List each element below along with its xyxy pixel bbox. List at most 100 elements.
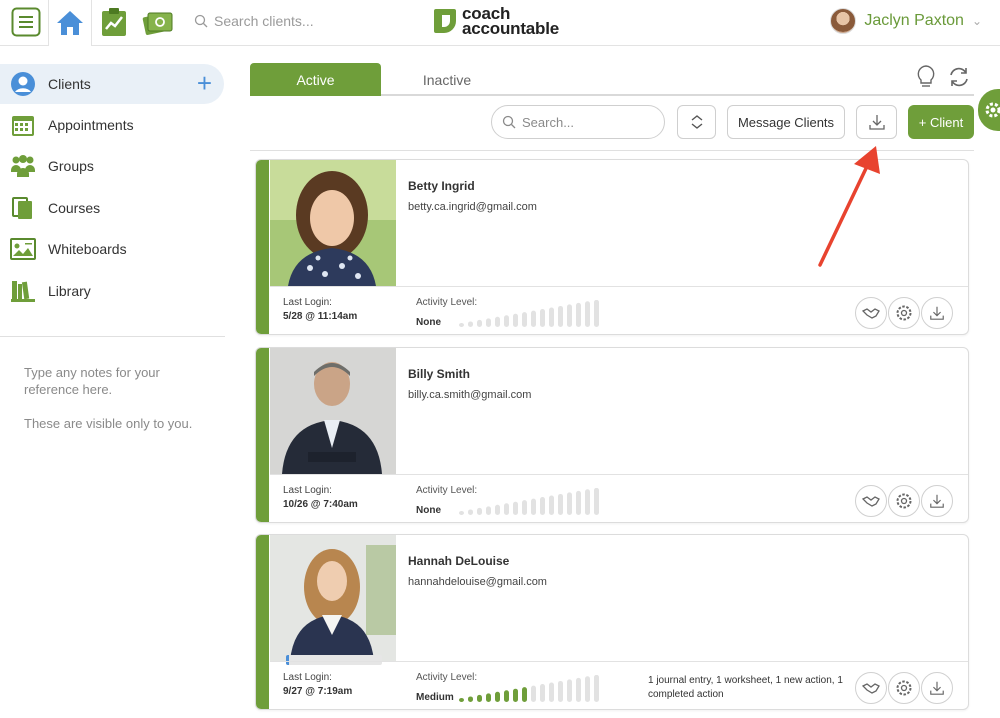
whiteboard-icon bbox=[10, 236, 36, 262]
download-client-button[interactable] bbox=[921, 485, 953, 517]
activity-bar bbox=[549, 682, 554, 702]
refresh-icon[interactable] bbox=[947, 65, 971, 92]
activity-bar bbox=[486, 318, 491, 327]
chevron-down-icon: ⌄ bbox=[971, 14, 982, 28]
billing-button[interactable] bbox=[136, 0, 180, 44]
client-photo bbox=[270, 160, 396, 286]
activity-value: None bbox=[416, 317, 441, 328]
activity-bar bbox=[495, 504, 500, 515]
activity-bar bbox=[594, 675, 599, 702]
download-button[interactable] bbox=[856, 105, 897, 139]
client-card[interactable]: Billy Smith billy.ca.smith@gmail.com Las… bbox=[255, 347, 969, 523]
activity-bar bbox=[576, 490, 581, 515]
search-icon bbox=[502, 115, 516, 129]
courses-icon bbox=[10, 195, 36, 221]
client-name[interactable]: Betty Ingrid bbox=[408, 179, 475, 193]
client-email: hannahdelouise@gmail.com bbox=[408, 576, 547, 588]
activity-bar bbox=[459, 698, 464, 702]
activity-bar bbox=[576, 302, 581, 327]
search-input[interactable] bbox=[522, 114, 652, 130]
activity-bar bbox=[477, 694, 482, 702]
top-search[interactable] bbox=[194, 10, 394, 32]
card-accent bbox=[256, 535, 269, 709]
coach-button[interactable] bbox=[855, 297, 887, 329]
handshake-icon bbox=[862, 496, 880, 507]
sidebar-item-groups[interactable]: Groups bbox=[0, 146, 225, 186]
home-button[interactable] bbox=[48, 0, 92, 46]
sidebar-item-library[interactable]: Library bbox=[0, 271, 225, 311]
client-email: betty.ca.ingrid@gmail.com bbox=[408, 201, 537, 213]
card-divider bbox=[270, 661, 968, 662]
activity-bar bbox=[522, 312, 527, 327]
card-accent bbox=[256, 348, 269, 522]
card-divider bbox=[270, 286, 968, 287]
sidebar-item-label: Library bbox=[48, 283, 91, 299]
lightbulb-icon[interactable] bbox=[915, 64, 937, 93]
activity-bar bbox=[567, 304, 572, 327]
last-login-value: 9/27 @ 7:19am bbox=[283, 686, 353, 697]
money-icon bbox=[142, 12, 173, 35]
gear-icon bbox=[985, 102, 1000, 118]
activity-bar bbox=[558, 680, 563, 702]
logo[interactable]: coach accountable bbox=[432, 5, 559, 37]
progress-board-button[interactable] bbox=[92, 0, 136, 44]
client-search[interactable] bbox=[491, 105, 665, 139]
settings-button[interactable] bbox=[888, 672, 920, 704]
activity-bar bbox=[495, 316, 500, 327]
settings-button[interactable] bbox=[888, 297, 920, 329]
sidebar: Clients + Appointments Groups Courses Wh… bbox=[0, 46, 225, 718]
activity-bars bbox=[459, 675, 599, 702]
last-login-label: Last Login: bbox=[283, 672, 332, 683]
message-clients-button[interactable]: Message Clients bbox=[727, 105, 845, 139]
download-icon bbox=[930, 681, 944, 695]
sidebar-item-label: Courses bbox=[48, 200, 101, 216]
home-icon bbox=[57, 11, 83, 35]
client-card[interactable]: Hannah DeLouise hannahdelouise@gmail.com… bbox=[255, 534, 969, 710]
user-menu[interactable]: Jaclyn Paxton ⌄ bbox=[830, 8, 982, 34]
activity-bar bbox=[540, 309, 545, 327]
coach-button[interactable] bbox=[855, 672, 887, 704]
add-client-button[interactable]: + Client bbox=[908, 105, 974, 139]
annotation-arrow-icon bbox=[818, 146, 880, 267]
last-login-value: 10/26 @ 7:40am bbox=[283, 499, 358, 510]
activity-bar bbox=[504, 503, 509, 515]
coach-button[interactable] bbox=[855, 485, 887, 517]
activity-bar bbox=[531, 310, 536, 327]
sidebar-item-appointments[interactable]: Appointments bbox=[0, 105, 225, 145]
activity-bar bbox=[567, 492, 572, 515]
download-client-button[interactable] bbox=[921, 297, 953, 329]
sidebar-item-label: Clients bbox=[48, 76, 91, 92]
sidebar-item-label: Groups bbox=[48, 158, 94, 174]
client-photo bbox=[270, 348, 396, 474]
download-icon bbox=[930, 494, 944, 508]
tab-active[interactable]: Active bbox=[250, 63, 381, 96]
notes-line-1: Type any notes for your reference here. bbox=[24, 365, 160, 397]
client-name[interactable]: Billy Smith bbox=[408, 367, 470, 381]
sidebar-item-label: Appointments bbox=[48, 117, 134, 133]
activity-summary: 1 journal entry, 1 worksheet, 1 new acti… bbox=[648, 675, 843, 700]
sidebar-item-label: Whiteboards bbox=[48, 241, 127, 257]
settings-button[interactable] bbox=[888, 485, 920, 517]
activity-bars bbox=[459, 488, 599, 515]
progress-fill bbox=[286, 655, 289, 665]
add-client-plus-icon[interactable]: + bbox=[197, 70, 212, 96]
notes-area[interactable]: Type any notes for your reference here. … bbox=[24, 364, 214, 449]
activity-value: None bbox=[416, 505, 441, 516]
sidebar-divider bbox=[0, 336, 225, 337]
search-clients-input[interactable] bbox=[214, 13, 384, 29]
search-icon bbox=[194, 14, 208, 28]
sidebar-item-clients[interactable]: Clients + bbox=[0, 64, 224, 104]
top-bar: coach accountable Jaclyn Paxton ⌄ bbox=[0, 0, 1000, 46]
activity-bar bbox=[594, 300, 599, 327]
activity-bar bbox=[531, 685, 536, 702]
sidebar-item-whiteboards[interactable]: Whiteboards bbox=[0, 229, 225, 269]
user-name: Jaclyn Paxton bbox=[864, 12, 964, 29]
activity-bar bbox=[558, 493, 563, 515]
client-name[interactable]: Hannah DeLouise bbox=[408, 554, 509, 568]
sort-button[interactable] bbox=[677, 105, 716, 139]
tab-inactive[interactable]: Inactive bbox=[381, 63, 513, 96]
sidebar-item-courses[interactable]: Courses bbox=[0, 188, 225, 228]
settings-tab[interactable] bbox=[978, 89, 1000, 131]
menu-button[interactable] bbox=[4, 0, 48, 44]
download-client-button[interactable] bbox=[921, 672, 953, 704]
